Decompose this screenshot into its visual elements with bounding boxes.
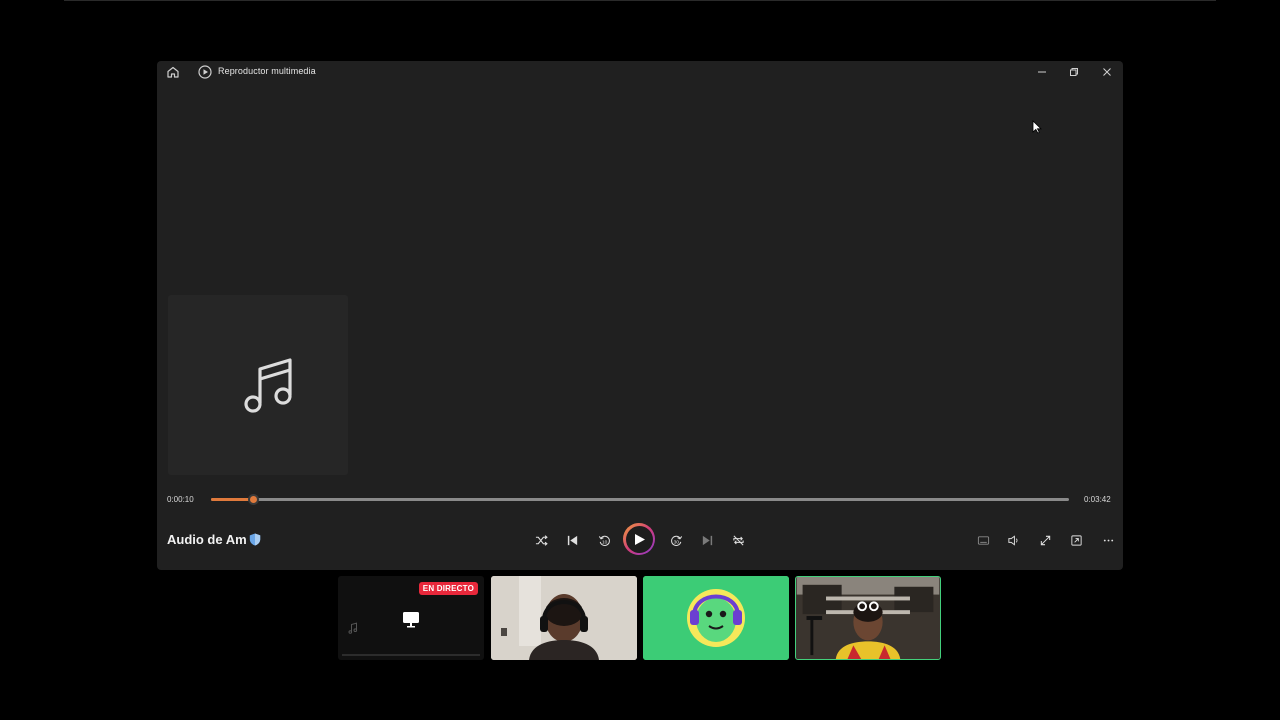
title-bar[interactable]: Reproductor multimedia	[157, 61, 1123, 83]
participant-tile-avatar[interactable]	[643, 576, 789, 660]
avatar-illustration	[643, 576, 789, 660]
screen-share-preview-bar	[342, 654, 480, 656]
play-icon	[635, 533, 645, 545]
restore-button[interactable]	[1065, 64, 1083, 80]
repeat-off-icon	[732, 534, 744, 546]
seek-bar-progress	[211, 498, 254, 501]
shuffle-icon	[535, 534, 548, 546]
volume-button[interactable]	[1002, 529, 1024, 551]
track-title-text: Audio de Am	[167, 532, 247, 547]
total-duration: 0:03:42	[1084, 495, 1111, 504]
music-note-icon	[244, 358, 292, 413]
seek-bar[interactable]	[211, 494, 1069, 505]
fullscreen-icon	[1040, 535, 1050, 545]
more-options-button[interactable]	[1097, 529, 1119, 551]
fullscreen-button[interactable]	[1034, 529, 1056, 551]
rewind-10-button[interactable]: 10	[593, 529, 615, 551]
participant-video	[796, 577, 940, 659]
top-divider	[64, 0, 1216, 1]
svg-text:10: 10	[602, 539, 608, 545]
svg-text:30: 30	[673, 539, 679, 545]
close-icon	[1103, 68, 1111, 76]
forward-30-icon: 30	[670, 535, 682, 546]
home-icon[interactable]	[166, 65, 180, 79]
shield-icon	[249, 533, 260, 546]
repeat-button[interactable]	[727, 529, 749, 551]
captions-icon	[977, 535, 989, 545]
current-time: 0:00:10	[167, 495, 194, 504]
minimize-button[interactable]	[1033, 64, 1051, 80]
volume-icon	[1007, 534, 1017, 546]
previous-button[interactable]	[561, 529, 583, 551]
miniplayer-icon	[1070, 534, 1082, 546]
live-badge: EN DIRECTO	[418, 582, 478, 595]
next-track-icon	[702, 535, 712, 545]
more-options-icon	[1103, 539, 1113, 541]
media-player-window: Reproductor multimedia 0:00:10 0:03:42 A…	[157, 61, 1123, 570]
previous-track-icon	[567, 535, 577, 545]
play-circle-icon	[198, 65, 212, 79]
album-art	[168, 295, 348, 475]
music-note-icon	[348, 622, 358, 634]
minimize-icon	[1038, 71, 1046, 73]
forward-30-button[interactable]: 30	[665, 529, 687, 551]
shuffle-button[interactable]	[530, 529, 552, 551]
screen-share-tile[interactable]: EN DIRECTO	[338, 576, 484, 660]
miniplayer-button[interactable]	[1065, 529, 1087, 551]
track-title: Audio de Am	[167, 532, 261, 547]
seek-handle[interactable]	[248, 494, 260, 505]
participant-video	[491, 576, 637, 660]
restore-icon	[1070, 68, 1078, 76]
close-button[interactable]	[1098, 64, 1116, 80]
window-title: Reproductor multimedia	[218, 66, 316, 76]
mouse-cursor-icon	[1032, 120, 1042, 134]
participant-tile-active-speaker[interactable]	[795, 576, 941, 660]
monitor-icon	[403, 612, 419, 628]
next-button[interactable]	[696, 529, 718, 551]
rewind-10-icon: 10	[598, 535, 610, 546]
participant-tile-camera[interactable]	[491, 576, 637, 660]
captions-button[interactable]	[972, 529, 994, 551]
play-button[interactable]	[623, 523, 655, 555]
